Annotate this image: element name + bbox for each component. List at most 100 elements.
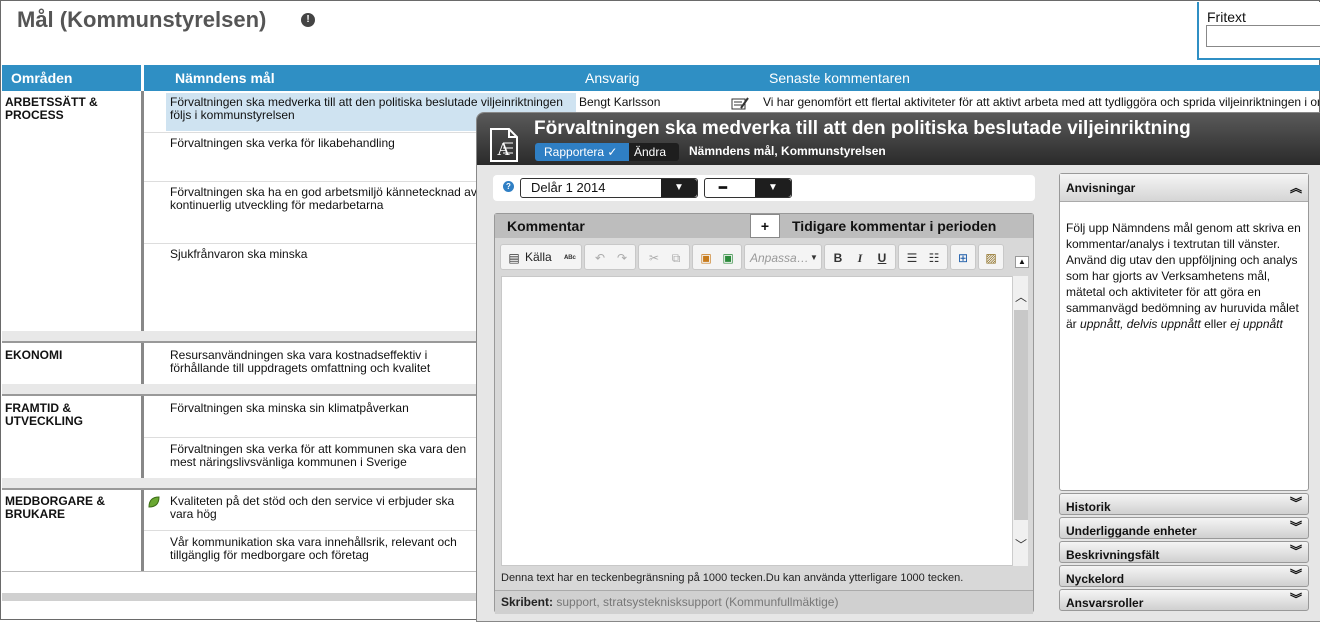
skribent-bar: Skribent: support, stratsystekni­sksuppo…	[495, 590, 1033, 614]
kalla-button[interactable]: Källa	[525, 250, 552, 264]
accordion-ansvarsroller[interactable]: Ansvarsroller ︾	[1059, 589, 1309, 611]
anvisningar-emphasis: delvis uppnått	[1126, 317, 1201, 331]
row-divider	[144, 530, 484, 531]
status-select[interactable]: ━ ▼	[704, 178, 792, 198]
fritext-input[interactable]	[1206, 25, 1320, 47]
editor-toolbar: ▤ Källa ᴬᴮᶜ ↶ ↷ ✂ ⧉ ▣ ▣ Anpassa… ▼ B I U…	[500, 244, 1030, 272]
kommentar-panel: Kommentar + Tidigare kommentar i periode…	[494, 213, 1034, 614]
goal-row[interactable]: Kvaliteten på det stöd och den service v…	[170, 495, 480, 521]
goal-row[interactable]: Förvaltningen ska verka för likabehandli…	[170, 137, 490, 150]
row-divider	[144, 243, 484, 244]
accordion-label: Nyckelord	[1066, 572, 1125, 586]
report-dialog: A Förvaltningen ska medverka till att de…	[476, 112, 1320, 622]
senaste-kommentar-value: Vi har genomfört ett flertal aktiviteter…	[763, 95, 1319, 109]
goal-row[interactable]: Vår kommunikation ska vara innehållsrik,…	[170, 536, 480, 562]
document-icon: A	[487, 123, 527, 163]
bullet-list-icon[interactable]: ☷	[925, 249, 943, 267]
toolbar-group-source: ▤ Källa ᴬᴮᶜ	[500, 244, 582, 270]
paste-icon[interactable]: ▣	[697, 249, 715, 267]
comment-editor[interactable]	[501, 276, 1013, 566]
accordion-historik[interactable]: Historik ︾	[1059, 493, 1309, 515]
accordion-label: Historik	[1066, 500, 1111, 514]
character-limit-text: Denna text har en teckenbegränsning på 1…	[501, 572, 964, 584]
redo-icon[interactable]: ↷	[613, 249, 631, 267]
chevron-down-icon[interactable]: ▼	[661, 179, 697, 197]
goal-row[interactable]: Förvaltningen ska ha en god arbetsmiljö …	[170, 186, 480, 212]
goal-row[interactable]: Sjukfrånvaron ska minska	[170, 248, 490, 261]
group-separator	[2, 478, 482, 490]
accordion-beskrivningsfalt[interactable]: Beskrivningsfält ︾	[1059, 541, 1309, 563]
cut-icon[interactable]: ✂	[645, 249, 663, 267]
undo-icon[interactable]: ↶	[591, 249, 609, 267]
header-omraden[interactable]: Områden	[2, 65, 141, 91]
editor-scrollbar[interactable]: ︿ ﹀	[1012, 276, 1028, 566]
toolbar-group-paste: ▣ ▣	[692, 244, 742, 270]
chevron-down-icon: ▼	[810, 253, 818, 262]
scroll-down-icon[interactable]: ﹀	[1013, 536, 1029, 553]
table-bottom-border	[2, 571, 482, 572]
toolbar-group-image: ▨	[978, 244, 1004, 270]
chevron-up-icon[interactable]: ︽	[1290, 174, 1302, 202]
period-select[interactable]: Delår 1 2014 ▼	[520, 178, 698, 198]
goal-row[interactable]: Resursanvändningen ska vara kostnadseffe…	[170, 349, 480, 375]
numbered-list-icon[interactable]: ☰	[903, 249, 921, 267]
scrollbar-thumb[interactable]	[1014, 310, 1028, 520]
style-dropdown[interactable]: Anpassa… ▼	[744, 244, 822, 270]
toolbar-group-format: B I U	[824, 244, 896, 270]
header-senaste-kommentaren[interactable]: Senaste kommentaren	[769, 65, 910, 91]
leaf-icon	[147, 495, 161, 509]
source-icon[interactable]: ▤	[505, 249, 523, 267]
collapse-toolbar-icon[interactable]: ▲	[1015, 256, 1029, 268]
area-ekonomi: EKONOMI	[5, 348, 63, 362]
toolbar-group-lists: ☰ ☷	[898, 244, 948, 270]
header-ansvarig[interactable]: Ansvarig	[585, 65, 639, 91]
chevron-down-icon[interactable]: ▼	[755, 179, 791, 197]
skribent-value: support, stratsystekni­sksupport (Kommun…	[556, 595, 839, 609]
row-divider	[144, 181, 484, 182]
accordion-label: Beskrivningsfält	[1066, 548, 1160, 562]
goal-row[interactable]: Förvaltningen ska verka för att kommunen…	[170, 443, 480, 469]
dialog-title: Förvaltningen ska medverka till att den …	[534, 118, 1191, 139]
underline-button[interactable]: U	[873, 249, 891, 267]
anvisningar-emphasis: uppnått	[1080, 317, 1121, 331]
italic-button[interactable]: I	[851, 249, 869, 267]
tab-tidigare-kommentar[interactable]: Tidigare kommentar i perioden	[780, 214, 1033, 238]
help-icon[interactable]: ?	[503, 181, 514, 192]
tab-rapportera[interactable]: Rapportera ✓	[535, 143, 629, 161]
copy-icon[interactable]: ⧉	[667, 249, 685, 267]
tab-kommentar[interactable]: Kommentar	[495, 214, 750, 238]
edit-comment-icon[interactable]	[731, 97, 749, 111]
anvisningar-panel: Anvisningar ︽ Följ upp Nämndens mål geno…	[1059, 173, 1309, 491]
bold-button[interactable]: B	[829, 249, 847, 267]
ansvarig-value: Bengt Karlsson	[579, 95, 661, 109]
status-select-value: ━	[719, 180, 727, 195]
style-dropdown-label: Anpassa…	[750, 251, 809, 265]
anvisningar-text-part: Följ upp Nämndens mål genom att skriva e…	[1066, 221, 1301, 331]
info-icon[interactable]: !	[301, 13, 315, 27]
period-bar: ? Delår 1 2014 ▼ ━ ▼	[493, 175, 1035, 201]
image-icon[interactable]: ▨	[982, 249, 1000, 267]
anvisningar-header[interactable]: Anvisningar ︽	[1060, 174, 1308, 202]
tab-andra[interactable]: Ändra	[629, 143, 679, 161]
accordion-label: Ansvarsroller	[1066, 596, 1144, 610]
table-shadow	[2, 593, 482, 601]
scroll-up-icon[interactable]: ︿	[1013, 288, 1029, 305]
paste-word-icon[interactable]: ▣	[719, 249, 737, 267]
toolbar-group-history: ↶ ↷	[584, 244, 636, 270]
maximize-icon[interactable]: ⊞	[954, 249, 972, 267]
header-namndens-mal[interactable]: Nämndens mål	[144, 65, 1320, 91]
chevron-down-icon: ︾	[1289, 592, 1302, 606]
row-divider	[144, 437, 484, 438]
spellcheck-icon[interactable]: ᴬᴮᶜ	[561, 249, 579, 267]
svg-text:A: A	[497, 139, 510, 159]
toolbar-group-maximize: ⊞	[950, 244, 976, 270]
chevron-down-icon: ︾	[1289, 544, 1302, 558]
accordion-nyckelord[interactable]: Nyckelord ︾	[1059, 565, 1309, 587]
goal-row[interactable]: Förvaltningen ska minska sin klimatpåver…	[170, 402, 490, 415]
accordion-underliggande-enheter[interactable]: Underliggande enheter ︾	[1059, 517, 1309, 539]
add-comment-button[interactable]: +	[750, 214, 780, 238]
anvisningar-text-part: ,	[1120, 317, 1127, 331]
fritext-label: Fritext	[1207, 9, 1246, 25]
accordion-label: Underliggande enheter	[1066, 524, 1197, 538]
anvisningar-title: Anvisningar	[1066, 181, 1136, 195]
